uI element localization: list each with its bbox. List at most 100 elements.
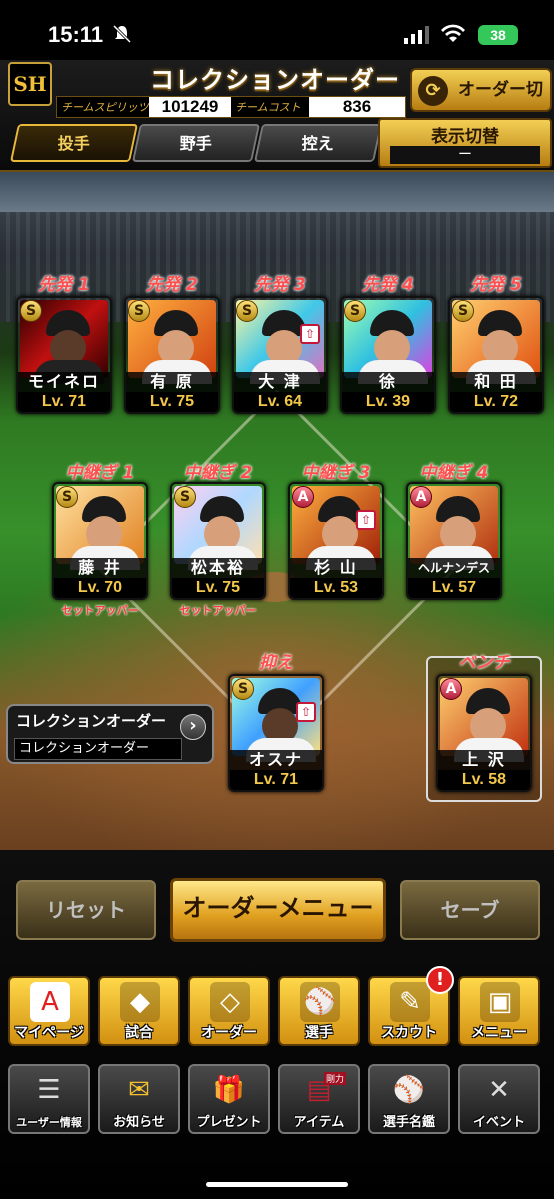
status-bar: 15:11 38	[0, 0, 554, 60]
tab-fielders[interactable]: 野手	[131, 124, 261, 162]
player-name: ヘルナンデス	[408, 558, 500, 578]
refresh-icon: ⟳	[418, 76, 448, 106]
player-card-starter-1[interactable]: S モイネロ Lv. 71	[16, 296, 112, 414]
nav-scout[interactable]: ✎ スカウト !	[368, 966, 454, 1046]
player-level: Lv. 75	[172, 578, 264, 598]
chevron-right-icon[interactable]: ›	[180, 714, 206, 740]
role-setup-reliever-1: セットアッパー	[61, 604, 139, 617]
mypage-icon: A	[30, 982, 70, 1022]
role-setup-reliever-2: セットアッパー	[179, 604, 257, 617]
tab-pitchers[interactable]: 投手	[9, 124, 139, 162]
player-level: Lv. 58	[438, 770, 530, 790]
rank-s-icon: S	[236, 300, 258, 322]
nav-mypage[interactable]: A マイページ	[8, 976, 90, 1046]
player-card-starter-2[interactable]: S 有 原 Lv. 75	[124, 296, 220, 414]
nav-label: スカウト	[381, 1025, 437, 1041]
nav-user-info[interactable]: ☰ ユーザー情報	[8, 1064, 90, 1134]
display-toggle-value: ー	[390, 146, 540, 164]
envelope-icon: ✉	[128, 1075, 150, 1105]
nav-player-directory[interactable]: ⚾ 選手名鑑	[368, 1064, 450, 1134]
crossed-bats-icon: ✕	[488, 1075, 510, 1105]
nav-label: 選手	[305, 1025, 333, 1041]
player-card-reliever-4[interactable]: A ヘルナンデス Lv. 57	[406, 482, 502, 600]
nav-presents[interactable]: 🎁 プレゼント	[188, 1064, 270, 1134]
order-menu-button[interactable]: オーダーメニュー	[170, 878, 386, 942]
rank-s-icon: S	[128, 300, 150, 322]
stadium-icon: ◆	[120, 982, 160, 1022]
tab-reserves[interactable]: 控え	[253, 124, 383, 162]
mascot-box-icon: ▣	[480, 982, 520, 1022]
slot-label-closer: 抑え	[259, 653, 293, 673]
player-name: 藤 井	[54, 558, 146, 578]
screen-header: SH コレクションオーダー チームスピリッツ 101249 チームコスト 836…	[0, 60, 554, 172]
player-name: オスナ	[230, 750, 322, 770]
collection-order-selector[interactable]: コレクションオーダー コレクションオーダー ›	[6, 704, 214, 764]
player-level: Lv. 57	[408, 578, 500, 598]
slot-label-starter-4: 先発 4	[362, 275, 414, 295]
nav-label: ユーザー情報	[16, 1116, 82, 1129]
player-name: 松本裕	[172, 558, 264, 578]
team-logo: SH	[8, 62, 52, 106]
order-switch-button[interactable]: ⟳ オーダー切替	[410, 68, 552, 140]
display-toggle-label: 表示切替	[431, 127, 499, 147]
tab-label: 野手	[179, 134, 212, 153]
nav-label: オーダー	[201, 1025, 257, 1041]
upgrade-icon: ⇧	[296, 702, 316, 722]
nav-events[interactable]: ✕ イベント	[458, 1064, 540, 1134]
diamond-field-icon: ◇	[210, 982, 250, 1022]
player-card-bench[interactable]: A 上 沢 Lv. 58	[436, 674, 532, 792]
rank-s-icon: S	[232, 678, 254, 700]
player-level: Lv. 53	[290, 578, 382, 598]
ballpark-field: 先発 1 先発 2 先発 3 先発 4 先発 5 S モイネロ Lv. 71 S…	[0, 172, 554, 850]
rank-s-icon: S	[344, 300, 366, 322]
player-level: Lv. 75	[126, 392, 218, 412]
reset-button[interactable]: リセット	[16, 880, 156, 940]
player-card-closer[interactable]: S ⇧ オスナ Lv. 71	[228, 674, 324, 792]
player-level: Lv. 71	[230, 770, 322, 790]
home-indicator[interactable]	[206, 1182, 348, 1187]
player-name: 杉 山	[290, 558, 382, 578]
nav-items[interactable]: ▤ 剛力 アイテム	[278, 1064, 360, 1134]
user-card-icon: ☰	[37, 1075, 61, 1105]
display-toggle-button[interactable]: 表示切替 ー	[378, 118, 552, 168]
player-card-starter-4[interactable]: S 徐 Lv. 39	[340, 296, 436, 414]
tab-label: 投手	[57, 134, 90, 153]
nav-menu[interactable]: ▣ メニュー	[458, 976, 540, 1046]
clock: 15:11	[48, 22, 104, 47]
team-spirits-label: チームスピリッツ	[61, 101, 149, 114]
player-level: Lv. 64	[234, 392, 326, 412]
player-card-reliever-3[interactable]: A ⇧ 杉 山 Lv. 53	[288, 482, 384, 600]
player-name: 大 津	[234, 372, 326, 392]
nav-players[interactable]: ⚾ 選手	[278, 976, 360, 1046]
rank-s-icon: S	[174, 486, 196, 508]
item-tag: 剛力	[324, 1072, 347, 1085]
player-name: 上 沢	[438, 750, 530, 770]
scout-card-icon: ✎	[390, 982, 430, 1022]
nav-match[interactable]: ◆ 試合	[98, 976, 180, 1046]
player-name: 有 原	[126, 372, 218, 392]
nav-label: アイテム	[293, 1115, 345, 1130]
slot-label-starter-1: 先発 1	[38, 275, 90, 295]
slot-label-reliever-1: 中継ぎ 1	[65, 463, 135, 483]
nav-label: メニュー	[471, 1025, 527, 1041]
collection-order-title: コレクションオーダー	[16, 712, 167, 730]
rank-s-icon: S	[56, 486, 78, 508]
save-button[interactable]: セーブ	[400, 880, 540, 940]
player-level: Lv. 71	[18, 392, 110, 412]
slot-label-reliever-2: 中継ぎ 2	[183, 463, 253, 483]
nav-order[interactable]: ◇ オーダー	[188, 976, 270, 1046]
wifi-icon	[441, 24, 465, 42]
bell-muted-icon	[112, 24, 132, 44]
slot-label-starter-2: 先発 2	[146, 275, 198, 295]
slot-label-reliever-4: 中継ぎ 4	[419, 463, 489, 483]
player-card-starter-5[interactable]: S 和 田 Lv. 72	[448, 296, 544, 414]
player-name: モイネロ	[18, 372, 110, 392]
player-level: Lv. 70	[54, 578, 146, 598]
page-title: コレクションオーダー	[150, 66, 400, 94]
player-card-reliever-2[interactable]: S 松本裕 Lv. 75	[170, 482, 266, 600]
player-card-starter-3[interactable]: S ⇧ 大 津 Lv. 64	[232, 296, 328, 414]
notification-badge: !	[426, 966, 454, 994]
nav-label: お知らせ	[113, 1115, 165, 1130]
nav-notices[interactable]: ✉ お知らせ	[98, 1064, 180, 1134]
player-card-reliever-1[interactable]: S 藤 井 Lv. 70	[52, 482, 148, 600]
